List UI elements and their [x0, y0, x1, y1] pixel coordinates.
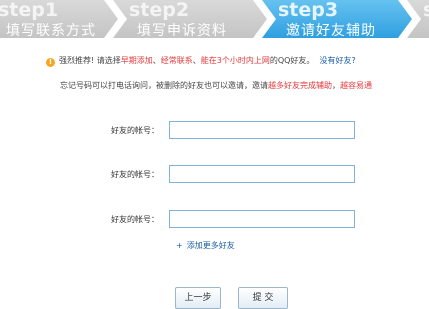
step-3-title: 邀请好友辅助 — [286, 23, 376, 39]
friend-account-row: 好友的帐号： — [0, 165, 429, 185]
friend-account-label: 好友的帐号： — [111, 170, 159, 179]
previous-step-button[interactable]: 上一步 — [175, 287, 221, 309]
notice-highlight-online: 能在3个小时内上网 — [200, 56, 270, 65]
step-4: step4 — [407, 0, 429, 38]
info-icon: ! — [46, 58, 55, 67]
step-progress-bar: step1 填写联系方式 step2 填写申诉资料 step3 邀请好友辅助 s… — [0, 0, 429, 42]
submit-button[interactable]: 提 交 — [238, 287, 288, 309]
step-2-number: step2 — [129, 0, 190, 21]
friend-account-input-1[interactable] — [169, 121, 355, 139]
tip-highlight-easier: 越容易通 — [340, 81, 372, 90]
notice-highlight-frequent: 经常联系 — [160, 56, 193, 65]
tip-text: 忘记号码可以打电话询问，被删除的好友也可以邀请，邀请 — [60, 81, 268, 90]
notice-highlight-early: 早期添加 — [120, 56, 153, 65]
friend-account-row: 好友的帐号： — [0, 210, 429, 230]
friend-account-row: 好友的帐号： — [0, 121, 429, 141]
no-friends-link[interactable]: 没有好友? — [320, 56, 356, 65]
tip-separator: ， — [332, 81, 340, 90]
step-4-number: step4 — [423, 0, 429, 21]
step-2-title: 填写申诉资料 — [137, 23, 227, 39]
step-1-title: 填写联系方式 — [6, 23, 96, 39]
notice-separator: 、 — [192, 56, 201, 65]
notice-separator: 、 — [152, 56, 161, 65]
step-1-number: step1 — [0, 0, 59, 21]
step-3: step3 邀请好友辅助 — [262, 0, 412, 39]
tip-highlight-more-friends: 越多好友完成辅助 — [268, 81, 332, 90]
friend-account-label: 好友的帐号： — [111, 215, 159, 224]
step-2: step2 填写申诉资料 — [113, 0, 267, 39]
plus-icon: + — [176, 241, 183, 250]
step-1: step1 填写联系方式 — [0, 0, 118, 39]
add-more-friends-link[interactable]: + 添加更多好友 — [176, 240, 235, 251]
tip-notice: 忘记号码可以打电话询问，被删除的好友也可以邀请，邀请越多好友完成辅助，越容易通 — [60, 80, 372, 91]
friend-account-input-2[interactable] — [169, 165, 355, 183]
friend-account-input-3[interactable] — [169, 210, 355, 228]
recommendation-notice: ! 强烈推荐! 请选择早期添加、经常联系、能在3个小时内上网的QQ好友。 没有好友… — [46, 55, 356, 67]
notice-prefix: 强烈推荐! 请选择 — [59, 56, 121, 65]
add-more-friends-label: 添加更多好友 — [186, 241, 235, 250]
step-3-number: step3 — [278, 0, 339, 21]
friend-account-label: 好友的帐号： — [111, 126, 159, 135]
notice-suffix: 的QQ好友。 — [269, 56, 315, 65]
